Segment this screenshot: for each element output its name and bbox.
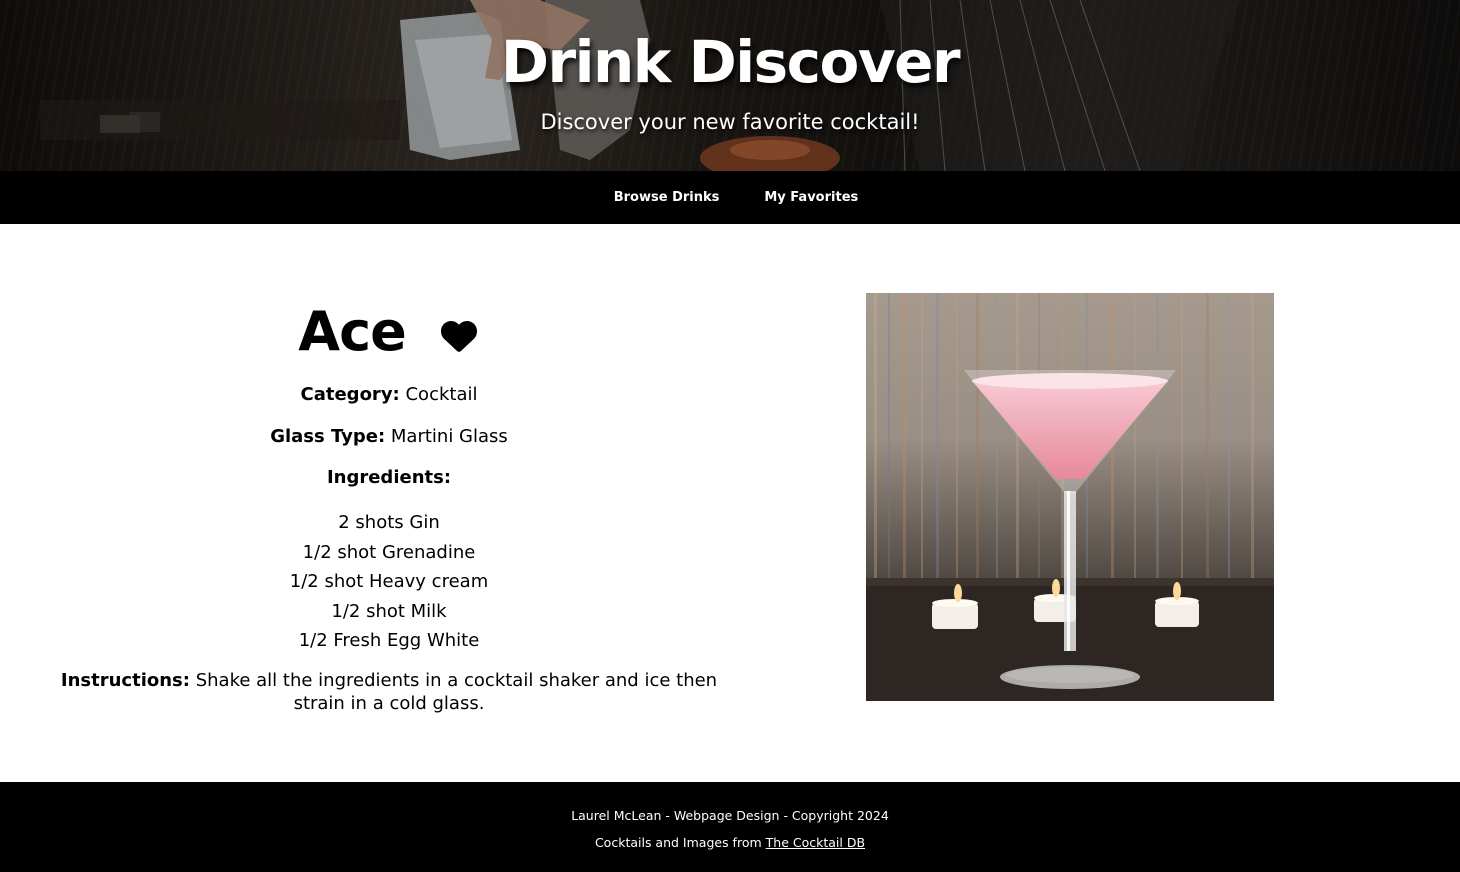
cocktail-image bbox=[866, 293, 1274, 701]
ingredient-item: 2 shots Gin bbox=[338, 512, 440, 533]
drink-heading: Ace bbox=[40, 299, 738, 363]
cocktail-db-link[interactable]: The Cocktail DB bbox=[766, 835, 865, 850]
ingredients-heading: Ingredients: bbox=[326, 467, 452, 488]
ingredient-item: 1/2 shot Grenadine bbox=[302, 541, 476, 563]
ingredient-list: 2 shots Gin 1/2 shot Grenadine 1/2 shot … bbox=[40, 508, 738, 656]
instructions-line: Instructions: Shake all the ingredients … bbox=[40, 669, 738, 715]
glass-label: Glass Type: bbox=[270, 426, 386, 447]
site-tagline: Discover your new favorite cocktail! bbox=[540, 110, 920, 134]
site-footer: Laurel McLean - Webpage Design - Copyrig… bbox=[0, 782, 1460, 872]
nav-my-favorites[interactable]: My Favorites bbox=[764, 190, 858, 205]
drink-detail: Ace Category: Cocktail Glass Type: Marti… bbox=[0, 224, 1460, 782]
category-value: Cocktail bbox=[405, 384, 478, 405]
ingredient-item: 1/2 Fresh Egg White bbox=[298, 630, 480, 651]
hero-banner: Drink Discover Discover your new favorit… bbox=[0, 0, 1460, 171]
glass-line: Glass Type: Martini Glass bbox=[40, 426, 738, 447]
category-line: Category: Cocktail bbox=[40, 384, 738, 405]
favorite-button[interactable] bbox=[438, 316, 480, 356]
ingredient-item: 1/2 shot Heavy cream bbox=[289, 571, 489, 592]
site-title: Drink Discover bbox=[500, 28, 961, 96]
nav-browse-drinks[interactable]: Browse Drinks bbox=[614, 190, 720, 205]
heart-icon bbox=[440, 320, 477, 352]
footer-source-prefix: Cocktails and Images from bbox=[594, 835, 762, 850]
instructions-label: Instructions: bbox=[60, 669, 190, 691]
main-nav: Browse Drinks My Favorites bbox=[0, 171, 1460, 224]
drink-photo bbox=[866, 293, 1274, 701]
category-label: Category: bbox=[300, 384, 400, 405]
drink-name: Ace bbox=[298, 299, 406, 363]
ingredient-item: 1/2 shot Milk bbox=[331, 600, 447, 622]
footer-source: Cocktails and Images from The Cocktail D… bbox=[0, 835, 1460, 850]
instructions-text: Shake all the ingredients in a cocktail … bbox=[195, 669, 718, 714]
drink-info: Ace Category: Cocktail Glass Type: Marti… bbox=[40, 224, 738, 715]
footer-credit: Laurel McLean - Webpage Design - Copyrig… bbox=[571, 808, 889, 823]
glass-value: Martini Glass bbox=[390, 426, 508, 447]
